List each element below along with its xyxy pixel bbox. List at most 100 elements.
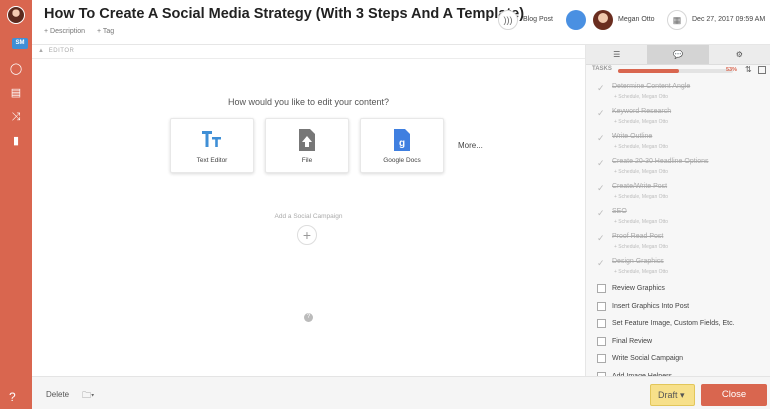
sort-icon[interactable]: ⇅	[745, 65, 752, 74]
task-name: Final Review	[612, 337, 653, 345]
checkmark-icon[interactable]: ✓	[597, 183, 605, 194]
task-name: Create 20-30 Headline Options	[612, 158, 709, 165]
task-meta[interactable]: + Schedule, Megan Otto	[614, 94, 668, 100]
panel-tabs: ☰ 💬 ⚙	[586, 45, 770, 65]
content-type[interactable]: Blog Post	[523, 16, 553, 23]
task-item-done[interactable]: ✓ SEO + Schedule, Megan Otto	[586, 206, 770, 231]
task-item-done[interactable]: ✓ Determine Content Angle + Schedule, Mega…	[586, 81, 770, 106]
meta-links: + Description + Tag	[44, 28, 124, 35]
task-item-done[interactable]: ✓ Create/Write Post + Schedule, Megan Otto	[586, 181, 770, 206]
header: How To Create A Social Media Strategy (W…	[32, 0, 770, 45]
color-label[interactable]	[566, 10, 586, 30]
option-label: Text Editor	[196, 157, 228, 164]
task-meta[interactable]: + Schedule, Megan Otto	[614, 169, 668, 175]
checkmark-icon[interactable]: ✓	[597, 133, 605, 144]
task-meta[interactable]: + Schedule, Megan Otto	[614, 269, 668, 275]
tab-comments[interactable]: 💬	[647, 45, 709, 65]
rss-icon[interactable]: )))	[498, 10, 518, 30]
task-item-done[interactable]: ✓ Keyword Research + Schedule, Megan Otto	[586, 106, 770, 131]
option-label: Google Docs	[383, 157, 421, 164]
task-panel: ☰ 💬 ⚙ TASKS 53% ⇅ ✓ Determine Content Ang…	[585, 45, 770, 381]
help-icon[interactable]: ?	[304, 313, 313, 322]
editor-section-header[interactable]: ▲ EDITOR	[32, 45, 585, 59]
help-icon[interactable]: ?	[9, 390, 16, 404]
checkmark-icon[interactable]: ✓	[597, 258, 605, 269]
checkmark-icon[interactable]: ✓	[597, 158, 605, 169]
app: SM ◯ ▤ ⤨ ▮ ? How To Create A Social Medi…	[0, 0, 770, 409]
page-title: How To Create A Social Media Strategy (W…	[44, 6, 525, 22]
tab-settings[interactable]: ⚙	[708, 45, 770, 65]
file-option[interactable]: File	[265, 118, 349, 173]
more-options-link[interactable]: More...	[458, 141, 483, 150]
task-name: Determine Content Angle	[612, 83, 691, 90]
task-item-open[interactable]: Set Feature Image, Custom Fields, Etc.	[586, 316, 770, 334]
task-item-open[interactable]: Insert Graphics Into Post	[586, 299, 770, 317]
task-item-done[interactable]: ✓ Create 20-30 Headline Options + Schedule…	[586, 156, 770, 181]
task-name: Set Feature Image, Custom Fields, Etc.	[612, 320, 735, 327]
task-item-done[interactable]: ✓ Design Graphics + Schedule, Megan Otto	[586, 256, 770, 281]
task-meta[interactable]: + Schedule, Megan Otto	[614, 219, 668, 225]
edit-prompt: How would you like to edit your content?	[227, 97, 390, 107]
draft-status-dropdown[interactable]: Draft ▾	[650, 384, 695, 406]
draft-label: Draft	[658, 390, 678, 400]
footer: Delete 🗀▾ Draft ▾ Close	[32, 376, 770, 409]
task-progress-bar	[618, 69, 733, 73]
publish-date[interactable]: Dec 27, 2017 09:59 AM	[692, 16, 765, 23]
tab-tasks[interactable]: ☰	[586, 45, 648, 65]
checkmark-icon[interactable]: ✓	[597, 233, 605, 244]
checkmark-icon[interactable]: ✓	[597, 108, 605, 119]
owner-name[interactable]: Megan Otto	[618, 16, 655, 23]
left-rail: SM ◯ ▤ ⤨ ▮ ?	[0, 0, 32, 409]
progress-fill	[618, 69, 679, 73]
text-editor-option[interactable]: Text Editor	[170, 118, 254, 173]
task-checkbox[interactable]	[597, 319, 606, 328]
task-name: Write Social Campaign	[612, 355, 684, 362]
file-upload-icon	[299, 129, 315, 151]
content-icon[interactable]: ▤	[9, 86, 23, 100]
delete-button[interactable]: Delete	[46, 390, 69, 399]
calendar-badge-icon[interactable]: SM	[12, 38, 28, 49]
task-name: Keyword Research	[612, 108, 672, 115]
add-description-link[interactable]: + Description	[44, 28, 85, 35]
option-label: File	[301, 157, 313, 164]
analytics-icon[interactable]: ▮	[9, 134, 23, 148]
task-meta[interactable]: + Schedule, Megan Otto	[614, 194, 668, 200]
editor-label: EDITOR	[48, 48, 75, 54]
google-docs-option[interactable]: g Google Docs	[360, 118, 444, 173]
task-checkbox[interactable]	[597, 301, 606, 311]
add-social-campaign-button[interactable]: +	[297, 225, 317, 245]
task-checkbox[interactable]	[597, 336, 606, 346]
task-name: Create/Write Post	[612, 183, 668, 190]
task-list: ✓ Determine Content Angle + Schedule, Mega…	[586, 81, 770, 386]
checkmark-icon[interactable]: ✓	[597, 83, 605, 94]
task-name: Design Graphics	[612, 258, 664, 265]
task-meta[interactable]: + Schedule, Megan Otto	[614, 119, 668, 125]
svg-text:g: g	[399, 138, 405, 149]
folder-icon[interactable]: 🗀▾	[82, 388, 94, 404]
task-item-open[interactable]: Review Graphics	[586, 281, 770, 299]
task-item-done[interactable]: ✓ Proof Read Post + Schedule, Megan Otto	[586, 231, 770, 256]
task-checkbox[interactable]	[597, 284, 606, 293]
task-item-open[interactable]: Final Review	[586, 334, 770, 352]
editor-area: ▲ EDITOR How would you like to edit your…	[32, 45, 585, 376]
owner-avatar[interactable]	[593, 10, 613, 30]
task-item-done[interactable]: ✓ Write Outline + Schedule, Megan Otto	[586, 131, 770, 156]
progress-percent: 53%	[726, 67, 738, 73]
task-meta[interactable]: + Schedule, Megan Otto	[614, 244, 668, 250]
dashboard-icon[interactable]: ◯	[9, 62, 23, 76]
close-button[interactable]: Close	[701, 384, 767, 406]
task-item-open[interactable]: Write Social Campaign	[586, 351, 770, 369]
text-editor-icon	[202, 131, 221, 147]
task-name: Proof Read Post	[612, 233, 664, 240]
task-meta[interactable]: + Schedule, Megan Otto	[614, 144, 668, 150]
task-name: Write Outline	[612, 133, 653, 140]
shuffle-icon[interactable]: ⤨	[9, 110, 23, 124]
calendar-icon[interactable]: ▦	[667, 10, 687, 30]
user-avatar[interactable]	[7, 6, 25, 24]
add-tag-link[interactable]: + Tag	[97, 28, 114, 35]
checkmark-icon[interactable]: ✓	[597, 208, 605, 219]
task-name: Review Graphics	[612, 285, 665, 292]
grid-icon[interactable]	[758, 66, 766, 74]
social-campaign-label: Add a Social Campaign	[274, 213, 343, 220]
task-checkbox[interactable]	[597, 354, 606, 363]
